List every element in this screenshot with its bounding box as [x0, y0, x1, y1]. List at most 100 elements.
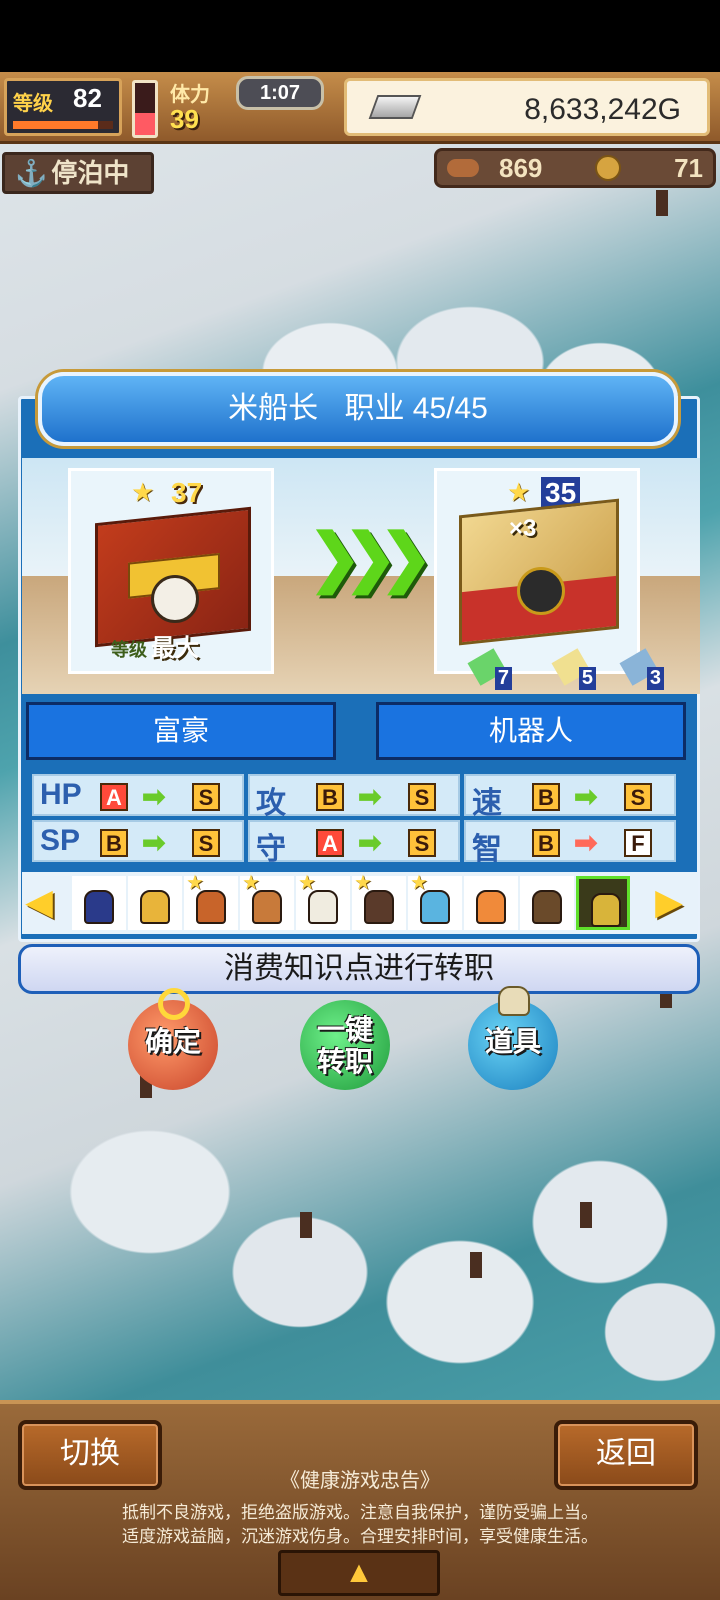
- lamp-count: 5: [578, 667, 596, 690]
- character-slot[interactable]: [464, 876, 518, 930]
- star-icon: ★: [507, 477, 531, 507]
- gun-icon: 3: [619, 648, 664, 690]
- robot-avatar: [591, 893, 621, 927]
- captain-avatar: [308, 890, 338, 924]
- gun-count: 3: [646, 667, 664, 690]
- stat-name: 攻: [256, 787, 286, 820]
- job-items: 7 5 3: [462, 648, 664, 694]
- job-count: 45/45: [412, 392, 488, 425]
- stat-changes-grid: HP A ➡ S 攻 B ➡ S 速 B ➡ S SP B ➡ S 守 A ➡ …: [32, 774, 688, 866]
- confirm-button[interactable]: 确定: [128, 988, 218, 1090]
- clock-time: 1:07: [236, 76, 324, 110]
- character-slot[interactable]: [128, 876, 182, 930]
- stamina-label: 体力: [170, 84, 210, 106]
- current-room-stars: 37: [171, 477, 203, 508]
- health-advisory-line: 适度游戏益脑，沉迷游戏伤身。合理安排时间，享受健康生活。: [122, 1527, 598, 1546]
- anchor-icon: ⚓: [15, 158, 48, 188]
- stat-speed: 速 B ➡ S: [464, 774, 676, 820]
- character-slot[interactable]: ★: [296, 872, 350, 930]
- king-avatar: [140, 890, 170, 924]
- gold-value: 8,633,242G: [524, 93, 681, 126]
- room-comparison: ★ 37 等级 最大 ❯❯❯ ★ 3 5 ×3 7 5 3: [22, 458, 700, 694]
- stat-hp: HP A ➡ S: [32, 774, 244, 816]
- job-label: 职业 45/45: [344, 392, 488, 425]
- next-job-button[interactable]: 机器人: [376, 702, 686, 760]
- medal-coin-icon: [595, 155, 621, 181]
- resources-counter: 869 71: [434, 148, 716, 188]
- scroll-left-icon[interactable]: ◀: [24, 880, 54, 924]
- transform-arrows-icon: ❯❯❯: [308, 521, 433, 593]
- hp-vial-icon: [132, 80, 158, 138]
- current-room-card: ★ 37 等级 最大: [68, 468, 274, 674]
- character-slot[interactable]: ★: [240, 872, 294, 930]
- room-level-label: 等级: [111, 640, 147, 660]
- stat-defense: 守 A ➡ S: [248, 820, 460, 866]
- grade-from: B: [100, 829, 128, 857]
- miner-avatar: [196, 890, 226, 924]
- anchored-label: 停泊中: [51, 158, 130, 188]
- tree-trunk: [656, 190, 668, 216]
- character-slot-selected[interactable]: [576, 876, 630, 930]
- stat-name: HP: [40, 778, 82, 811]
- stat-name: 速: [472, 787, 502, 820]
- level-progress-fill: [13, 121, 98, 129]
- player-level-box: 等级 82: [4, 78, 122, 136]
- character-name: 米船长: [228, 392, 319, 425]
- medal-value: 71: [674, 153, 703, 183]
- hp-vial-fill: [135, 113, 155, 135]
- chevron-up-icon: ▲: [344, 1556, 374, 1589]
- grade-to: S: [192, 829, 220, 857]
- arrow-right-icon: ➡: [358, 827, 382, 858]
- arrow-right-icon: ➡: [574, 781, 598, 812]
- monkey-avatar: [532, 890, 562, 924]
- lamp-icon: 5: [551, 648, 596, 690]
- stat-sp: SP B ➡ S: [32, 820, 244, 862]
- health-advisory-title: 《健康游戏忠告》: [280, 1470, 440, 1492]
- adventurer-avatar: [252, 890, 282, 924]
- grade-from: B: [316, 783, 344, 811]
- items-button[interactable]: 道具: [468, 986, 558, 1090]
- ring-icon: [158, 988, 190, 1020]
- room-level-max: 最大: [151, 635, 199, 662]
- character-selector: ◀ ★ ★ ★ ★ ★ ▶: [22, 872, 698, 934]
- dialog-title: 米船长 职业 45/45: [38, 372, 678, 446]
- gold-counter: 8,633,242G: [344, 78, 710, 136]
- stat-name: SP: [40, 824, 81, 857]
- anchored-status[interactable]: ⚓ 停泊中: [2, 152, 154, 194]
- grade-to: S: [192, 783, 220, 811]
- grade-from: B: [532, 783, 560, 811]
- star-icon: ★: [131, 477, 155, 507]
- tree-trunk: [580, 1202, 592, 1228]
- level-value: 82: [73, 83, 102, 113]
- convert-description: 消费知识点进行转职: [18, 944, 700, 994]
- grade-from: B: [532, 829, 560, 857]
- grade-to: S: [408, 783, 436, 811]
- grade-from: A: [316, 829, 344, 857]
- status-bar: 等级 82 体力 39 1:07 8,633,242G: [0, 72, 720, 144]
- stat-attack: 攻 B ➡ S: [248, 774, 460, 820]
- sailor-avatar: [364, 890, 394, 924]
- arrow-right-icon: ➡: [142, 781, 166, 812]
- character-slot[interactable]: [72, 876, 126, 930]
- one-key-job-change-button[interactable]: 一键 转职: [300, 1000, 390, 1090]
- arrow-right-icon: ➡: [574, 827, 598, 858]
- bottom-panel: 切换 返回 《健康游戏忠告》 抵制不良游戏，拒绝盗版游戏。注意自我保护，谨防受骗…: [0, 1400, 720, 1600]
- confirm-label: 确定: [144, 1026, 201, 1057]
- character-slot[interactable]: ★: [352, 872, 406, 930]
- stamina-value: 39: [170, 104, 199, 134]
- sword-icon: 7: [467, 648, 512, 690]
- health-advisory-line: 抵制不良游戏，拒绝盗版游戏。注意自我保护，谨防受骗上当。: [122, 1503, 598, 1522]
- character-slot[interactable]: [520, 876, 574, 930]
- current-job-button[interactable]: 富豪: [26, 702, 336, 760]
- stat-name: 守: [256, 833, 286, 866]
- meat-value: 869: [499, 153, 543, 183]
- robot-sprite: [517, 567, 565, 615]
- expand-menu-button[interactable]: ▲: [278, 1550, 440, 1596]
- coin-multiplier: ×3: [509, 515, 537, 542]
- character-slot[interactable]: ★: [184, 872, 238, 930]
- scroll-right-icon[interactable]: ▶: [654, 880, 684, 924]
- arrow-right-icon: ➡: [358, 781, 382, 812]
- stat-name: 智: [472, 833, 502, 866]
- grade-to: S: [408, 829, 436, 857]
- character-slot[interactable]: ★: [408, 872, 462, 930]
